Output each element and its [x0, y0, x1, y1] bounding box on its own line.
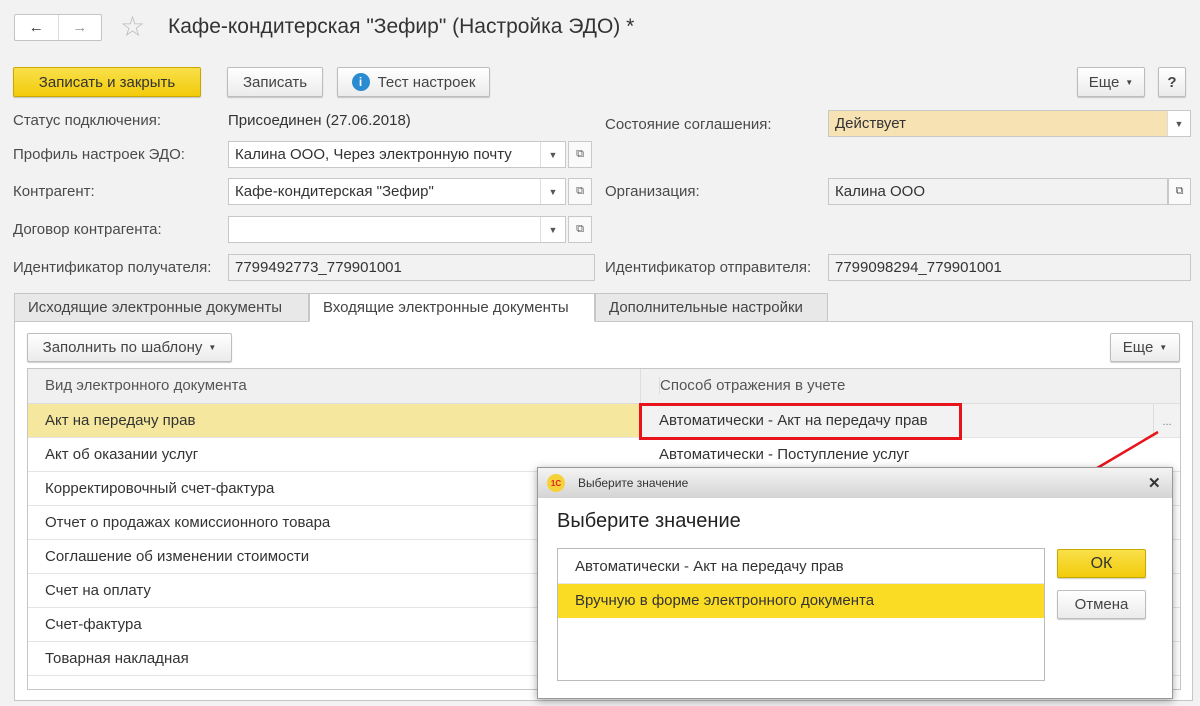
org-label: Организация: — [605, 183, 700, 200]
profile-label: Профиль настроек ЭДО: — [13, 146, 185, 163]
column-header-doc-type[interactable]: Вид электронного документа — [45, 377, 247, 394]
favorite-star-icon[interactable]: ☆ — [120, 10, 145, 43]
org-field[interactable]: Калина ООО — [828, 178, 1168, 205]
profile-value: Калина ООО, Через электронную почту — [235, 146, 512, 163]
dropdown-icon[interactable]: ▼ — [540, 142, 565, 167]
save-and-close-button[interactable]: Записать и закрыть — [13, 67, 201, 97]
open-counterparty-icon[interactable]: ⧉ — [568, 178, 592, 205]
sender-id-field[interactable]: 7799098294_779901001 — [828, 254, 1191, 281]
tab-incoming[interactable]: Входящие электронные документы — [309, 293, 595, 322]
cancel-button[interactable]: Отмена — [1057, 590, 1146, 619]
contract-label: Договор контрагента: — [13, 221, 162, 238]
list-item-selected[interactable]: Вручную в форме электронного документа — [558, 584, 1044, 618]
counterparty-label: Контрагент: — [13, 183, 95, 200]
agreement-label: Состояние соглашения: — [605, 116, 772, 133]
open-profile-icon[interactable]: ⧉ — [568, 141, 592, 168]
doc-type-cell: Отчет о продажах комиссионного товара — [45, 514, 331, 531]
table-header: Вид электронного документа Способ отраже… — [28, 369, 1180, 404]
doc-type-cell: Корректировочный счет-фактура — [45, 480, 275, 497]
agreement-value: Действует — [835, 115, 906, 132]
1c-logo-icon: 1С — [547, 474, 565, 492]
info-icon: i — [351, 73, 370, 91]
page-title: Кафе-кондитерская "Зефир" (Настройка ЭДО… — [168, 15, 635, 38]
dropdown-icon[interactable]: ▼ — [540, 217, 565, 242]
nav-buttons: ← → — [14, 14, 102, 41]
recipient-id-value: 7799492773_779901001 — [235, 259, 402, 276]
table-row[interactable]: Акт на передачу прав Автоматически - Акт … — [28, 404, 1180, 438]
agreement-field[interactable]: Действует ▼ — [828, 110, 1191, 137]
panel-more-button[interactable]: Еще ▼ — [1110, 333, 1180, 362]
doc-type-cell: Товарная накладная — [45, 650, 189, 667]
doc-type-cell: Счет на оплату — [45, 582, 151, 599]
status-label: Статус подключения: — [13, 112, 161, 129]
select-value-dialog: 1С Выберите значение ✕ Выберите значение… — [537, 467, 1173, 699]
recipient-id-label: Идентификатор получателя: — [13, 259, 212, 276]
status-value: Присоединен (27.06.2018) — [228, 112, 411, 129]
test-settings-button[interactable]: i Тест настроек — [337, 67, 490, 97]
forward-button[interactable]: → — [59, 15, 102, 40]
contract-field[interactable]: ▼ — [228, 216, 566, 243]
doc-type-cell: Акт на передачу прав — [45, 412, 196, 429]
method-cell: Автоматически - Поступление услуг — [659, 446, 910, 463]
annotation-red-box — [639, 403, 962, 440]
sender-id-label: Идентификатор отправителя: — [605, 259, 812, 276]
fill-template-button[interactable]: Заполнить по шаблону ▼ — [27, 333, 232, 362]
chevron-down-icon: ▼ — [208, 343, 217, 352]
column-divider — [640, 369, 641, 404]
doc-type-cell: Акт об оказании услуг — [45, 446, 199, 463]
doc-type-cell: Счет-фактура — [45, 616, 142, 633]
fill-template-label: Заполнить по шаблону — [42, 339, 203, 356]
recipient-id-field[interactable]: 7799492773_779901001 — [228, 254, 595, 281]
ok-button[interactable]: ОК — [1057, 549, 1146, 578]
tab-additional[interactable]: Дополнительные настройки — [595, 293, 828, 322]
back-button[interactable]: ← — [15, 15, 59, 40]
help-button[interactable]: ? — [1158, 67, 1186, 97]
chevron-down-icon: ▼ — [1125, 77, 1134, 87]
options-list[interactable]: Автоматически - Акт на передачу прав Вру… — [557, 548, 1045, 681]
dialog-titlebar: 1С Выберите значение ✕ — [538, 468, 1172, 498]
dialog-window-title: Выберите значение — [578, 476, 689, 490]
sender-id-value: 7799098294_779901001 — [835, 259, 1002, 276]
profile-field[interactable]: Калина ООО, Через электронную почту ▼ — [228, 141, 566, 168]
open-contract-icon[interactable]: ⧉ — [568, 216, 592, 243]
doc-type-cell: Соглашение об изменении стоимости — [45, 548, 310, 565]
open-org-icon[interactable]: ⧉ — [1168, 178, 1191, 205]
counterparty-field[interactable]: Кафе-кондитерская "Зефир" ▼ — [228, 178, 566, 205]
org-value: Калина ООО — [835, 183, 926, 200]
more-label: Еще — [1088, 73, 1120, 91]
close-icon[interactable]: ✕ — [1148, 474, 1161, 492]
tab-outgoing[interactable]: Исходящие электронные документы — [14, 293, 309, 322]
list-item[interactable]: Автоматически - Акт на передачу прав — [558, 549, 1044, 584]
test-settings-label: Тест настроек — [377, 73, 476, 91]
chevron-down-icon: ▼ — [1159, 343, 1168, 352]
column-header-method[interactable]: Способ отражения в учете — [659, 377, 845, 394]
more-button[interactable]: Еще ▼ — [1077, 67, 1145, 97]
dropdown-icon[interactable]: ▼ — [1167, 111, 1190, 136]
save-button[interactable]: Записать — [227, 67, 323, 97]
dropdown-icon[interactable]: ▼ — [540, 179, 565, 204]
panel-more-label: Еще — [1122, 339, 1154, 356]
counterparty-value: Кафе-кондитерская "Зефир" — [235, 183, 434, 200]
dialog-heading: Выберите значение — [557, 510, 741, 532]
